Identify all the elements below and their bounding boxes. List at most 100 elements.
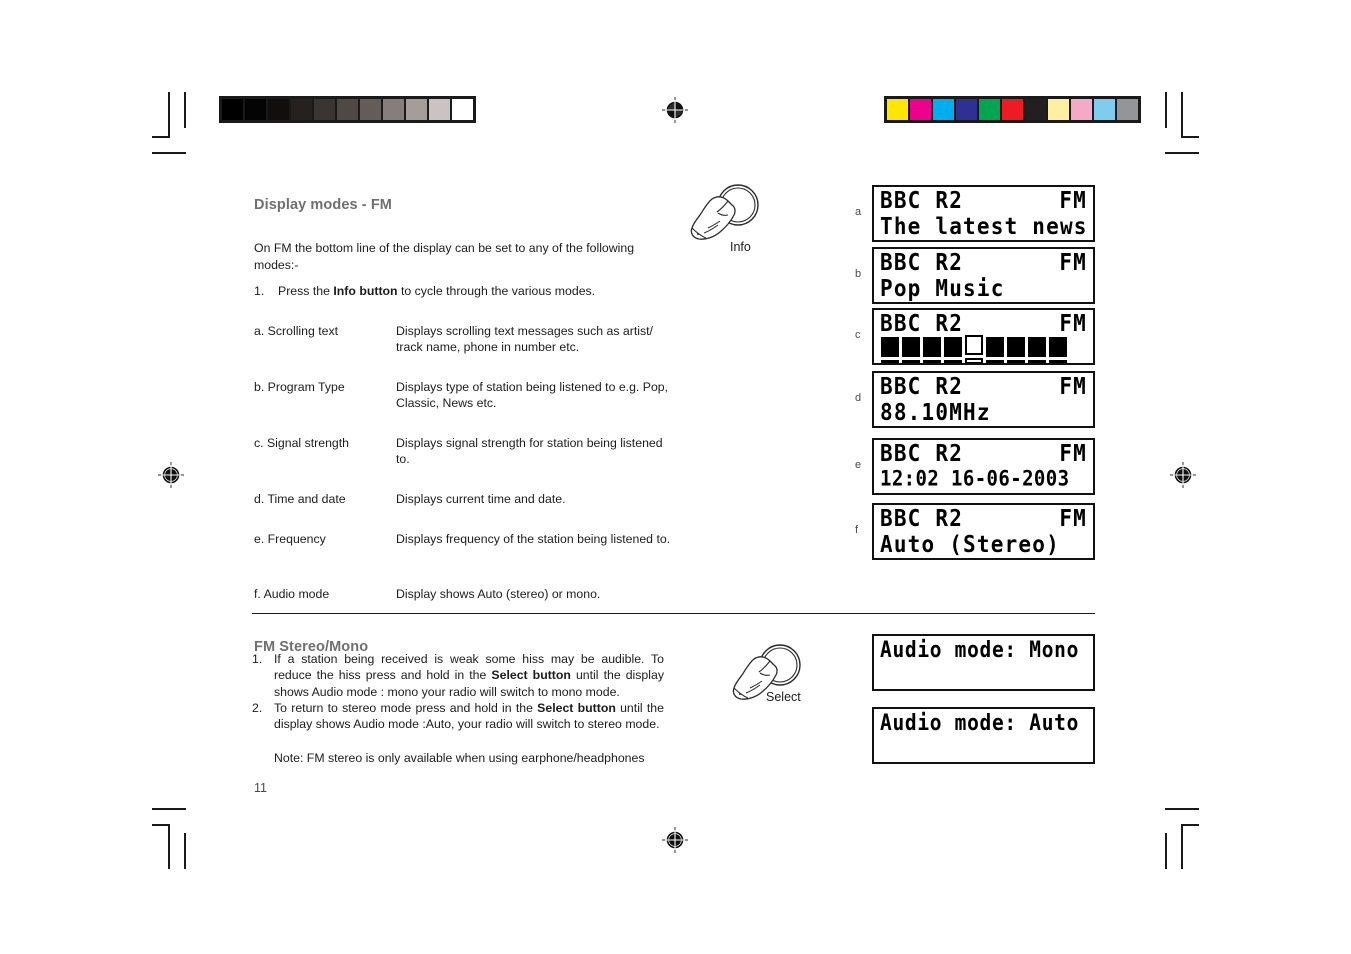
lcd-band-indicator: FM (1059, 372, 1087, 400)
lcd-bottom-line: Pop Music (880, 274, 1005, 302)
lcd-station-name: BBC R2 (880, 504, 964, 532)
step-1-info-button: 1. Press the Info button to cycle throug… (254, 284, 674, 298)
mode-label: f. Audio mode (254, 587, 330, 601)
lcd-line-2: 88.10MHz (874, 400, 1093, 427)
lcd-display-audio-mode-mono: Audio mode: Mono (872, 634, 1095, 691)
lcd-display-time-and-date: BBC R2 FM 12:02 16-06-2003 (872, 438, 1095, 495)
registration-mark-bottom-center (662, 827, 688, 853)
lcd-display-audio-mode: BBC R2 FM Auto (Stereo) (872, 503, 1095, 560)
lcd-line-2: 12:02 16-06-2003 (874, 467, 1093, 494)
color-patch-9 (1094, 99, 1115, 120)
color-calibration-bar (884, 96, 1141, 123)
signal-bar-underline (1007, 360, 1025, 363)
lcd-line-1: BBC R2 FM (874, 440, 1093, 467)
color-patch-0 (887, 99, 908, 120)
grayscale-patch-10 (452, 99, 473, 120)
signal-bar-underline (944, 360, 962, 363)
lcd-bottom-line: Auto (Stereo) (880, 530, 1060, 558)
grayscale-calibration-bar (219, 96, 476, 123)
grayscale-patch-1 (245, 99, 266, 120)
crop-mark-bottom-left-horizontal (152, 808, 186, 810)
lcd-band-indicator: FM (1059, 186, 1087, 214)
crop-mark-top-left-horizontal (152, 136, 170, 138)
signal-bar-underline (881, 360, 899, 363)
registration-mark-left-center (158, 462, 184, 488)
signal-bar-segment-6 (986, 337, 1004, 363)
lcd-bottom-line: The latest news (880, 212, 1088, 240)
signal-bar-segment-2 (902, 337, 920, 363)
lcd-band-indicator: FM (1059, 504, 1087, 532)
lcd-station-name: BBC R2 (880, 186, 964, 214)
lcd-top-line: Audio mode: Mono (880, 636, 1080, 662)
lcd-key-b: b (855, 268, 862, 280)
lcd-line-1: BBC R2 FM (874, 310, 1093, 337)
lcd-line-1: BBC R2 FM (874, 249, 1093, 276)
fm-stereo-note: Note: FM stereo is only available when u… (274, 751, 645, 765)
color-patch-10 (1117, 99, 1138, 120)
mode-row-program-type: b. Program Type Displays type of station… (254, 379, 674, 411)
lcd-band-indicator: FM (1059, 439, 1087, 467)
color-patch-5 (1002, 99, 1023, 120)
step-number: 1. (254, 284, 265, 298)
list-number: 1. (252, 652, 263, 666)
mode-row-time-and-date: d. Time and date Displays current time a… (254, 491, 674, 507)
mode-row-scrolling-text: a. Scrolling text Displays scrolling tex… (254, 323, 674, 355)
lcd-band-indicator: FM (1059, 248, 1087, 276)
mode-description: Displays scrolling text messages such as… (396, 324, 653, 355)
lcd-display-signal-strength: BBC R2 FM (872, 308, 1095, 365)
color-patch-4 (979, 99, 1000, 120)
crop-mark-top-right-vertical-2 (1181, 92, 1183, 137)
lcd-station-name: BBC R2 (880, 309, 964, 337)
mode-description: Display shows Auto (stereo) or mono. (396, 587, 601, 601)
lcd-display-audio-mode-auto: Audio mode: Auto (872, 707, 1095, 764)
crop-mark-bottom-right-horizontal (1165, 808, 1199, 810)
signal-bar-block (1028, 337, 1046, 358)
step-text-after: to cycle through the various modes. (397, 284, 596, 298)
lcd-line-2: Pop Music (874, 276, 1093, 303)
list-number: 2. (252, 701, 263, 715)
list-emphasis: Select button (537, 701, 616, 715)
signal-bar-segment-9 (1049, 337, 1067, 363)
signal-bar-underline (902, 360, 920, 363)
mode-description: Displays current time and date. (396, 492, 566, 506)
lcd-station-name: BBC R2 (880, 248, 964, 276)
lcd-display-frequency: BBC R2 FM 88.10MHz (872, 371, 1095, 428)
crop-mark-top-left-vertical (168, 92, 170, 137)
lcd-key-a: a (855, 206, 862, 218)
lcd-line-1: BBC R2 FM (874, 373, 1093, 400)
lcd-line-2 (874, 663, 1093, 690)
signal-bar-segment-3 (923, 337, 941, 363)
list-text-before: To return to stereo mode press and hold … (274, 701, 538, 715)
grayscale-patch-7 (383, 99, 404, 120)
crop-mark-bottom-left-vertical-2 (184, 833, 186, 869)
lcd-line-2: The latest news (874, 214, 1093, 241)
crop-mark-top-left-vertical-2 (184, 92, 186, 128)
lcd-station-name: BBC R2 (880, 372, 964, 400)
mode-row-signal-strength: c. Signal strength Displays signal stren… (254, 435, 674, 467)
fm-stereo-item-2: 2. To return to stereo mode press and ho… (252, 700, 664, 733)
registration-mark-top-center (662, 97, 688, 123)
crop-mark-bottom-left-vertical (168, 824, 170, 869)
signal-bar-block (1007, 337, 1025, 358)
lcd-key-d: d (855, 392, 862, 404)
lcd-key-c: c (855, 329, 861, 341)
signal-bar-underline (923, 360, 941, 363)
signal-bar-block (965, 335, 983, 356)
signal-bar-segment-8 (1028, 337, 1046, 363)
signal-bar-block (881, 337, 899, 358)
lcd-band-indicator: FM (1059, 309, 1087, 337)
signal-bar-segment-1 (881, 337, 899, 363)
mode-label: d. Time and date (254, 492, 346, 506)
section-divider (252, 613, 1095, 614)
lcd-line-2: Auto (Stereo) (874, 532, 1093, 559)
lcd-line-1: BBC R2 FM (874, 505, 1093, 532)
signal-bar-block (1049, 337, 1067, 358)
mode-row-audio-mode: f. Audio mode Display shows Auto (stereo… (254, 586, 674, 602)
grayscale-patch-4 (314, 99, 335, 120)
crop-mark-top-right-horizontal-2 (1165, 152, 1199, 154)
crop-mark-bottom-right-vertical (1181, 824, 1183, 869)
signal-bar-segment-7 (1007, 337, 1025, 363)
lcd-line-1: Audio mode: Auto (874, 709, 1093, 736)
lcd-bottom-line: 12:02 16-06-2003 (880, 466, 1070, 492)
lcd-line-2 (874, 736, 1093, 763)
